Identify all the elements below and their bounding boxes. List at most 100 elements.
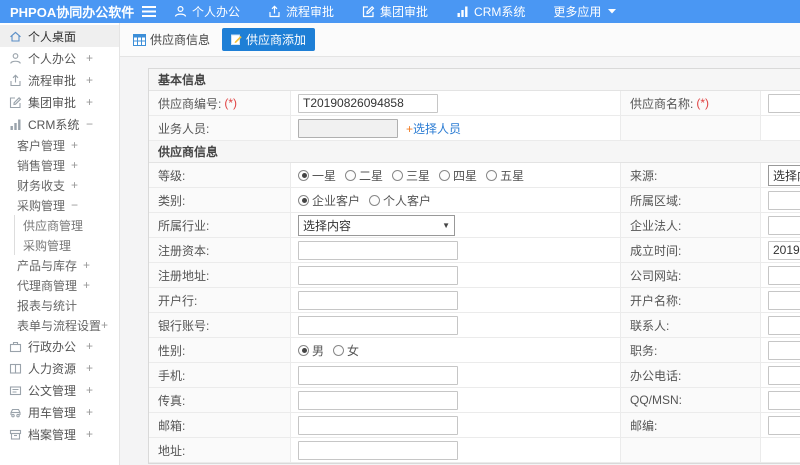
radio-option[interactable]: 五星 [486, 167, 524, 184]
sidebar-item-admin-office[interactable]: 行政办公 + [0, 335, 119, 357]
menu-item-crm-system[interactable]: CRM系统 [456, 3, 525, 20]
field-cell [291, 91, 621, 115]
office-phone-input[interactable] [768, 365, 800, 385]
legal-person-input[interactable] [768, 215, 800, 235]
sidebar-item-supplier-mgmt[interactable]: 供应商管理 [15, 215, 119, 235]
expand-plus-icon[interactable]: + [86, 427, 93, 441]
expand-plus-icon[interactable]: + [71, 138, 78, 152]
field-cell [761, 238, 800, 262]
category-radio-group: 企业客户 个人客户 [298, 192, 440, 209]
region-input[interactable] [768, 190, 800, 210]
email-input[interactable] [298, 415, 458, 435]
field-label: 职务: [621, 338, 761, 362]
tab-supplier-add[interactable]: 供应商添加 [222, 28, 316, 51]
sidebar-item-sales-mgmt[interactable]: 销售管理 + [0, 155, 119, 175]
sidebar-item-purchasing[interactable]: 采购管理 [15, 235, 119, 255]
sidebar-item-customer-mgmt[interactable]: 客户管理 + [0, 135, 119, 155]
bank-input[interactable] [298, 290, 458, 310]
sidebar-item-document-mgmt[interactable]: 公文管理 + [0, 379, 119, 401]
hamburger-menu-icon[interactable] [142, 6, 156, 17]
sidebar-item-form-workflow-settings[interactable]: 表单与流程设置 + [0, 315, 119, 335]
registered-address-input[interactable] [298, 265, 458, 285]
sidebar-item-group-approval[interactable]: 集团审批 + [0, 91, 119, 113]
expand-plus-icon[interactable]: + [86, 383, 93, 397]
business-person-input[interactable] [298, 118, 398, 138]
form-row-address: 地址: [149, 438, 800, 463]
expand-plus-icon[interactable]: + [71, 158, 78, 172]
sidebar-item-desktop[interactable]: 个人桌面 [0, 25, 119, 47]
menu-item-workflow-approval[interactable]: 流程审批 [268, 3, 334, 20]
expand-plus-icon[interactable]: + [101, 318, 108, 332]
field-label: 注册地址: [149, 263, 291, 287]
radio-option[interactable]: 二星 [345, 167, 383, 184]
menu-item-group-approval[interactable]: 集团审批 [362, 3, 428, 20]
sidebar-item-workflow-approval[interactable]: 流程审批 + [0, 69, 119, 91]
sidebar-item-crm-system[interactable]: CRM系统 − [0, 113, 119, 135]
industry-select[interactable]: 选择内容 ▼ [298, 214, 455, 236]
field-cell [761, 388, 800, 412]
account-name-input[interactable] [768, 290, 800, 310]
edit-square-icon [8, 95, 23, 110]
menu-item-more-apps[interactable]: 更多应用 [553, 3, 617, 20]
fax-input[interactable] [298, 390, 458, 410]
form-row-category-region: 类别: 企业客户 个人客户 所属区域: [149, 188, 800, 213]
radio-option[interactable]: 个人客户 [369, 192, 431, 209]
field-cell [291, 238, 621, 262]
sidebar-item-archive-mgmt[interactable]: 档案管理 + [0, 423, 119, 445]
qq-msn-input[interactable] [768, 390, 800, 410]
registered-capital-input[interactable] [298, 240, 458, 260]
expand-plus-icon[interactable]: + [83, 278, 90, 292]
field-label: 企业法人: [621, 213, 761, 237]
supplier-add-form: 基本信息 供应商编号: (*) 供应商名称: (*) 业务人员: [148, 68, 800, 464]
sidebar-item-human-resources[interactable]: 人力资源 + [0, 357, 119, 379]
radio-option[interactable]: 四星 [439, 167, 477, 184]
founded-date-input[interactable] [768, 240, 800, 260]
sidebar-item-product-inventory[interactable]: 产品与库存 + [0, 255, 119, 275]
choose-person-link[interactable]: +选择人员 [406, 120, 461, 137]
radio-option[interactable]: 三星 [392, 167, 430, 184]
radio-checked-icon [298, 344, 309, 356]
source-select[interactable]: 选择内容 ▼ [768, 164, 800, 186]
field-label: 所属行业: [149, 213, 291, 237]
collapse-minus-icon[interactable]: − [71, 198, 78, 212]
field-label: 办公电话: [621, 363, 761, 387]
sidebar: 个人桌面 个人办公 + 流程审批 + 集团审批 + CRM系统 − 客户管理 + [0, 23, 120, 465]
supplier-code-input[interactable] [298, 93, 438, 113]
address-input[interactable] [298, 440, 458, 460]
radio-option[interactable]: 女 [333, 342, 359, 359]
mobile-input[interactable] [298, 365, 458, 385]
sidebar-item-reports-stats[interactable]: 报表与统计 [0, 295, 119, 315]
sidebar-item-vehicle-mgmt[interactable]: 用车管理 + [0, 401, 119, 423]
tab-supplier-info[interactable]: 供应商信息 [133, 31, 210, 48]
expand-plus-icon[interactable]: + [86, 51, 93, 65]
sidebar-item-personal-office[interactable]: 个人办公 + [0, 47, 119, 69]
expand-plus-icon[interactable]: + [71, 178, 78, 192]
expand-plus-icon[interactable]: + [86, 339, 93, 353]
radio-option[interactable]: 男 [298, 342, 324, 359]
expand-plus-icon[interactable]: + [86, 405, 93, 419]
supplier-name-input[interactable] [768, 93, 800, 113]
expand-plus-icon[interactable]: + [86, 361, 93, 375]
bank-account-input[interactable] [298, 315, 458, 335]
collapse-minus-icon[interactable]: − [86, 117, 93, 131]
position-input[interactable] [768, 340, 800, 360]
sidebar-item-purchase-mgmt[interactable]: 采购管理 − [0, 195, 119, 215]
sidebar-item-finance[interactable]: 财务收支 + [0, 175, 119, 195]
field-cell: 企业客户 个人客户 [291, 188, 621, 212]
expand-plus-icon[interactable]: + [86, 73, 93, 87]
website-input[interactable] [768, 265, 800, 285]
contact-input[interactable] [768, 315, 800, 335]
field-cell [291, 313, 621, 337]
radio-option[interactable]: 一星 [298, 167, 336, 184]
radio-option[interactable]: 企业客户 [298, 192, 360, 209]
field-cell: 一星 二星 三星 四星 五星 [291, 163, 621, 187]
field-cell [761, 363, 800, 387]
field-cell [291, 413, 621, 437]
sidebar-item-agent-mgmt[interactable]: 代理商管理 + [0, 275, 119, 295]
menu-item-personal-office[interactable]: 个人办公 [174, 3, 240, 20]
expand-plus-icon[interactable]: + [83, 258, 90, 272]
field-label: 传真: [149, 388, 291, 412]
zip-input[interactable] [768, 415, 800, 435]
expand-plus-icon[interactable]: + [86, 95, 93, 109]
briefcase-icon [8, 339, 23, 354]
